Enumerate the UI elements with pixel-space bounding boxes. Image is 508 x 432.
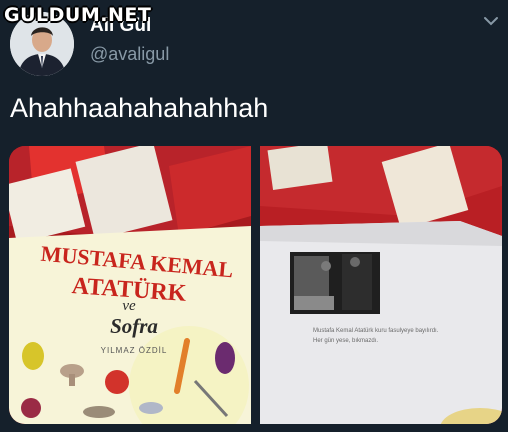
book-title-connector: ve: [122, 298, 136, 314]
book-author: YILMAZ ÖZDİL: [100, 346, 168, 355]
photo-book-page[interactable]: Mustafa Kemal Atatürk kuru fasulyeye bay…: [260, 146, 502, 424]
book-page-illustration: [260, 146, 502, 424]
photo-book-cover[interactable]: MUSTAFA KEMAL ATATÜRK ve Sofra YILMAZ ÖZ…: [9, 146, 251, 424]
caption-line1: Mustafa Kemal Atatürk kuru fasulyeye bay…: [313, 328, 439, 334]
user-handle[interactable]: @avaligul: [90, 44, 169, 65]
chevron-down-icon[interactable]: [482, 14, 500, 28]
book-page-caption: Mustafa Kemal Atatürk kuru fasulyeye bay…: [313, 326, 493, 346]
media-divider: [251, 146, 260, 424]
tweet-media[interactable]: MUSTAFA KEMAL ATATÜRK ve Sofra YILMAZ ÖZ…: [9, 146, 502, 424]
caption-line2: Her gün yese, bıkmazdı.: [313, 338, 379, 344]
tweet-text: Ahahhaahahahahhah: [10, 93, 269, 123]
book-subtitle: Sofra: [110, 314, 158, 338]
watermark: GULDUM.NET: [4, 4, 152, 26]
